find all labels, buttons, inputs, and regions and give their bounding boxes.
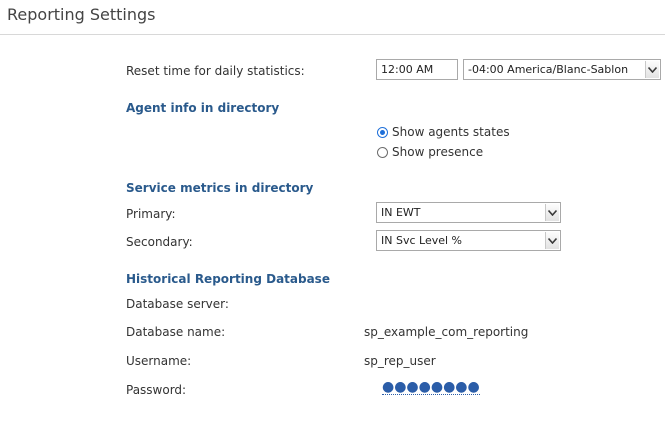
agent-info-heading: Agent info in directory bbox=[126, 101, 280, 115]
chevron-down-icon[interactable] bbox=[545, 232, 559, 249]
reset-time-value[interactable] bbox=[381, 60, 457, 79]
primary-label: Primary: bbox=[126, 207, 176, 221]
radio-show-presence-label: Show presence bbox=[392, 145, 484, 159]
timezone-select[interactable]: -04:00 America/Blanc-Sablon bbox=[463, 59, 661, 80]
password-change-link[interactable]: ●●●●●●●● bbox=[382, 380, 480, 395]
db-name-value: sp_example_com_reporting bbox=[364, 325, 529, 339]
db-name-label: Database name: bbox=[126, 325, 226, 339]
timezone-select-value: -04:00 America/Blanc-Sablon bbox=[468, 63, 629, 76]
password-label: Password: bbox=[126, 383, 187, 397]
chevron-down-icon[interactable] bbox=[545, 204, 559, 221]
page-title: Reporting Settings bbox=[7, 5, 156, 24]
title-divider bbox=[0, 34, 665, 35]
historical-db-heading: Historical Reporting Database bbox=[126, 272, 330, 286]
radio-show-agents-states-label: Show agents states bbox=[392, 125, 510, 139]
radio-unchecked-icon[interactable] bbox=[377, 146, 388, 158]
db-server-label: Database server: bbox=[126, 297, 229, 311]
secondary-label: Secondary: bbox=[126, 235, 193, 249]
chevron-down-icon[interactable] bbox=[645, 61, 659, 78]
secondary-metric-value: IN Svc Level % bbox=[381, 234, 462, 247]
secondary-metric-select[interactable]: IN Svc Level % bbox=[376, 230, 561, 251]
radio-show-agents-states[interactable]: Show agents states bbox=[377, 125, 510, 139]
service-metrics-heading: Service metrics in directory bbox=[126, 181, 314, 195]
username-label: Username: bbox=[126, 354, 192, 368]
reset-time-label: Reset time for daily statistics: bbox=[126, 64, 305, 78]
primary-metric-value: IN EWT bbox=[381, 206, 421, 219]
reset-time-input[interactable] bbox=[376, 59, 458, 80]
radio-show-presence[interactable]: Show presence bbox=[377, 145, 483, 159]
username-value: sp_rep_user bbox=[364, 354, 436, 368]
radio-checked-icon[interactable] bbox=[377, 126, 388, 138]
primary-metric-select[interactable]: IN EWT bbox=[376, 202, 561, 223]
